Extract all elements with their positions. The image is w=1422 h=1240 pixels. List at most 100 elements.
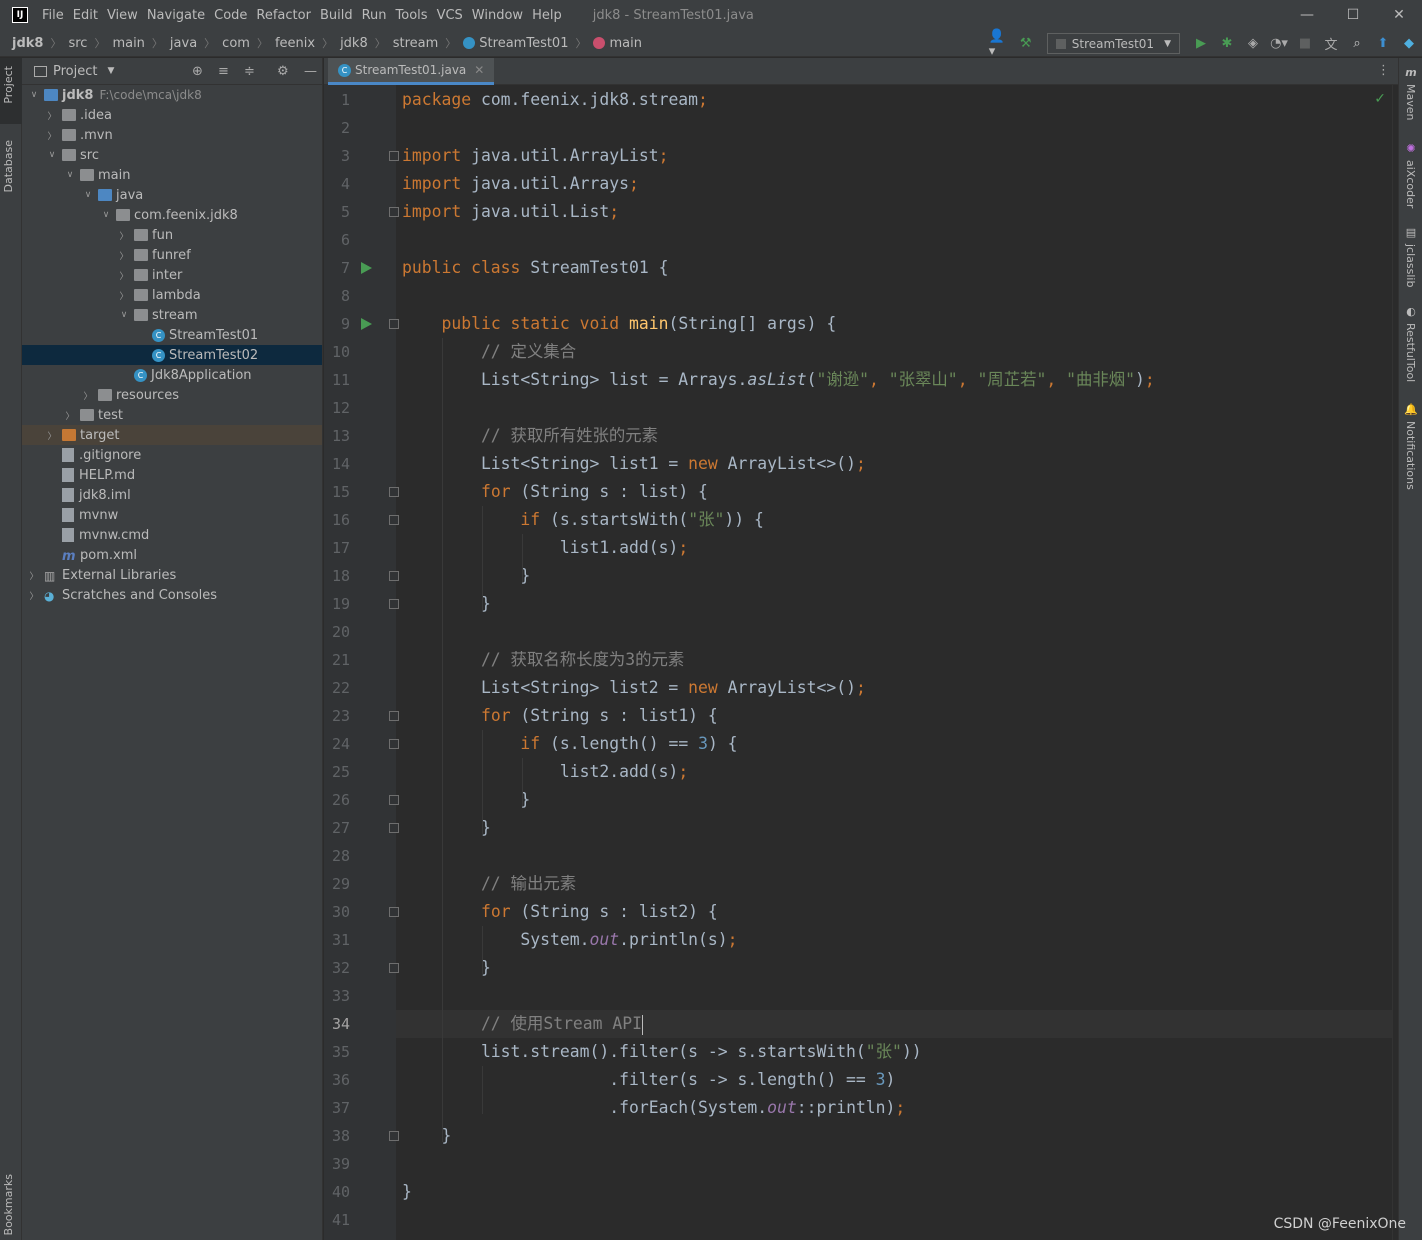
menu-edit[interactable]: Edit — [73, 6, 98, 25]
tree-item[interactable]: C StreamTest01 — [22, 325, 322, 345]
code-line[interactable]: .forEach(System.out::println); — [396, 1094, 1392, 1122]
gear-icon[interactable]: ⚙ — [277, 64, 289, 79]
menu-vcs[interactable]: VCS — [437, 6, 463, 25]
tree-item[interactable]: m pom.xml — [22, 545, 322, 565]
coverage-icon[interactable]: ◈ — [1242, 33, 1264, 55]
expand-all-icon[interactable]: ≡ — [218, 64, 229, 79]
tree-item[interactable]: .gitignore — [22, 445, 322, 465]
tree-item[interactable]: ∨ stream — [22, 305, 322, 325]
tree-item[interactable]: 〉 fun — [22, 225, 322, 245]
close-icon[interactable]: ✕ — [1376, 0, 1422, 30]
tree-item[interactable]: C Jdk8Application — [22, 365, 322, 385]
translate-icon[interactable]: 文 — [1320, 33, 1342, 55]
tree-item[interactable]: ∨ com.feenix.jdk8 — [22, 205, 322, 225]
code-line[interactable] — [396, 114, 1392, 142]
code-line[interactable] — [396, 982, 1392, 1010]
chevron-down-icon[interactable]: ∨ — [100, 210, 112, 220]
database-tool-tab[interactable]: Database — [2, 140, 15, 193]
debug-icon[interactable]: ✱ — [1216, 33, 1238, 55]
breadcrumb-item[interactable]: java — [170, 36, 197, 51]
code-editor[interactable]: 1 2 3 4 5 6 7 8 9 10 11 12 13 14 15 16 17 18 19 20 21 22 23 24 2… — [324, 85, 1398, 1240]
chevron-right-icon[interactable]: 〉 — [28, 569, 40, 582]
menu-refactor[interactable]: Refactor — [256, 6, 311, 25]
code-line[interactable]: } — [396, 590, 1392, 618]
maven-tool-tab[interactable]: Maven — [1404, 84, 1417, 120]
chevron-down-icon[interactable]: ∨ — [64, 170, 76, 180]
breadcrumb-item[interactable]: com — [222, 36, 250, 51]
code-line[interactable]: List<String> list2 = new ArrayList<>(); — [396, 674, 1392, 702]
chevron-right-icon[interactable]: 〉 — [118, 249, 130, 262]
tree-item[interactable]: 〉 .mvn — [22, 125, 322, 145]
chevron-down-icon[interactable]: ▼ — [107, 66, 114, 76]
code-line[interactable]: if (s.startsWith("张")) { — [396, 506, 1392, 534]
code-line[interactable]: list.stream().filter(s -> s.startsWith("… — [396, 1038, 1392, 1066]
stop-icon[interactable]: ■ — [1294, 33, 1316, 55]
code-line[interactable]: public static void main(String[] args) { — [396, 310, 1392, 338]
chevron-right-icon[interactable]: 〉 — [118, 289, 130, 302]
tree-item[interactable]: 〉 inter — [22, 265, 322, 285]
code-line[interactable]: list1.add(s); — [396, 534, 1392, 562]
code-line[interactable]: // 获取所有姓张的元素 — [396, 422, 1392, 450]
chevron-right-icon[interactable]: 〉 — [46, 429, 58, 442]
code-line[interactable]: // 定义集合 — [396, 338, 1392, 366]
project-tool-tab[interactable]: Project — [2, 66, 15, 104]
close-tab-icon[interactable]: ✕ — [474, 63, 484, 77]
chevron-right-icon[interactable]: 〉 — [28, 589, 40, 602]
tree-item[interactable]: 〉 resources — [22, 385, 322, 405]
chevron-right-icon[interactable]: 〉 — [46, 109, 58, 122]
code-line[interactable]: // 获取名称长度为3的元素 — [396, 646, 1392, 674]
code-line[interactable]: import java.util.ArrayList; — [396, 142, 1392, 170]
menu-tools[interactable]: Tools — [396, 6, 428, 25]
chevron-right-icon[interactable]: 〉 — [118, 269, 130, 282]
code-line[interactable]: } — [396, 814, 1392, 842]
code-line[interactable]: import java.util.Arrays; — [396, 170, 1392, 198]
editor-tab-streamtest01[interactable]: C StreamTest01.java ✕ — [328, 58, 495, 85]
menu-build[interactable]: Build — [320, 6, 353, 25]
code-line[interactable]: } — [396, 562, 1392, 590]
run-gutter-icon[interactable] — [361, 262, 372, 274]
code-line[interactable]: // 输出元素 — [396, 870, 1392, 898]
breadcrumb-item[interactable]: StreamTest01 — [479, 36, 568, 51]
profile-icon[interactable]: ◔▾ — [1268, 33, 1290, 55]
tree-item[interactable]: ∨ src — [22, 145, 322, 165]
code-line[interactable]: public class StreamTest01 { — [396, 254, 1392, 282]
menu-navigate[interactable]: Navigate — [147, 6, 205, 25]
code-line[interactable]: import java.util.List; — [396, 198, 1392, 226]
chevron-right-icon[interactable]: 〉 — [118, 229, 130, 242]
breadcrumb-item[interactable]: feenix — [275, 36, 315, 51]
code-line[interactable] — [396, 226, 1392, 254]
run-gutter-icon[interactable] — [361, 318, 372, 330]
tree-item[interactable]: HELP.md — [22, 465, 322, 485]
code-line[interactable]: } — [396, 954, 1392, 982]
breadcrumb-item[interactable]: jdk8 — [12, 36, 43, 51]
code-line[interactable]: .filter(s -> s.length() == 3) — [396, 1066, 1392, 1094]
minimize-icon[interactable]: — — [1284, 0, 1330, 30]
breadcrumb-item[interactable]: main — [112, 36, 144, 51]
run-icon[interactable]: ▶ — [1190, 33, 1212, 55]
code-line[interactable]: if (s.length() == 3) { — [396, 730, 1392, 758]
menu-window[interactable]: Window — [472, 6, 523, 25]
bookmarks-tool-tab[interactable]: Bookmarks — [2, 1174, 15, 1235]
breadcrumb-item[interactable]: stream — [393, 36, 439, 51]
code-line[interactable] — [396, 1150, 1392, 1178]
menu-view[interactable]: View — [107, 6, 138, 25]
tree-item[interactable]: ∨ main — [22, 165, 322, 185]
update-icon[interactable]: ⬆ — [1372, 33, 1394, 55]
breadcrumb-item[interactable]: src — [68, 36, 87, 51]
collapse-all-icon[interactable]: ≑ — [244, 64, 255, 79]
tree-item[interactable]: C StreamTest02 — [22, 345, 322, 365]
code-area[interactable]: package com.feenix.jdk8.stream; import ja… — [396, 85, 1392, 1240]
code-line[interactable]: for (String s : list2) { — [396, 898, 1392, 926]
code-line[interactable] — [396, 282, 1392, 310]
no-problems-check-icon[interactable]: ✓ — [1374, 91, 1386, 107]
project-view-select[interactable]: Project — [53, 64, 97, 79]
menu-run[interactable]: Run — [362, 6, 387, 25]
aixcoder-tool-tab[interactable]: aiXcoder — [1404, 160, 1417, 208]
locate-icon[interactable]: ⊕ — [192, 64, 203, 79]
tree-item[interactable]: ∨ java — [22, 185, 322, 205]
menu-help[interactable]: Help — [532, 6, 562, 25]
tree-item[interactable]: 〉 .idea — [22, 105, 322, 125]
run-config-select[interactable]: StreamTest01 ▼ — [1046, 33, 1180, 54]
chevron-right-icon[interactable]: 〉 — [46, 129, 58, 142]
code-line[interactable]: for (String s : list1) { — [396, 702, 1392, 730]
